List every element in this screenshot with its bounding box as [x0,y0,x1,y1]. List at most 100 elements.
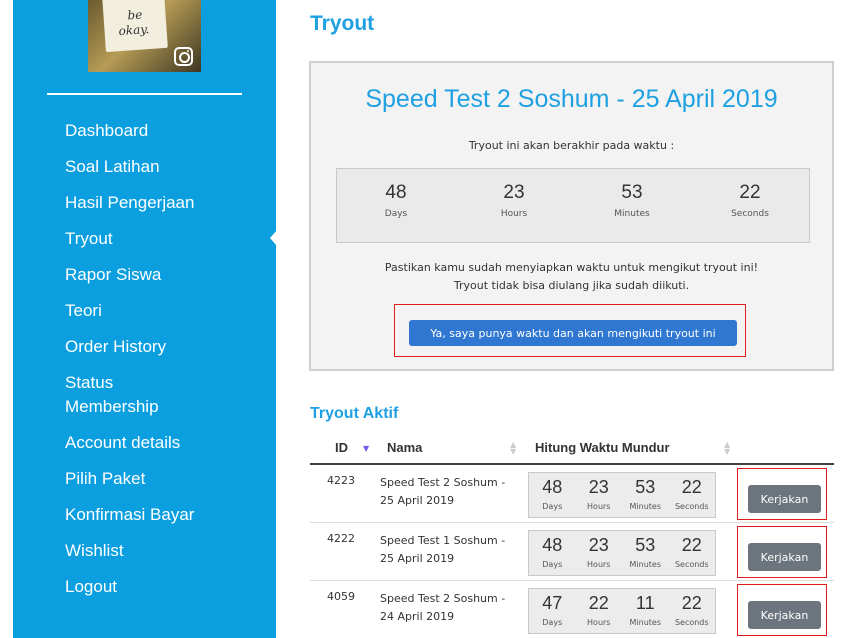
column-countdown[interactable]: Hitung Waktu Mundur [535,440,670,455]
countdown-seconds: 22 Seconds [691,169,809,242]
row-countdown-unit: Minutes [629,618,662,627]
row-name: Speed Test 2 Soshum - 25 April 2019 [380,476,506,507]
sidebar-item-account-details[interactable]: Account details [65,431,265,455]
sidebar-item-konfirmasi-bayar[interactable]: Konfirmasi Bayar [65,503,265,527]
sort-icon[interactable]: ▲ ▼ [724,441,730,456]
row-countdown-value: 48 [542,535,563,555]
sidebar-item-pilih-paket[interactable]: Pilih Paket [65,467,265,491]
row-countdown-unit: Hours [587,502,611,511]
tryout-panel: Speed Test 2 Soshum - 25 April 2019 Tryo… [309,61,834,371]
row-countdown-cell: 47 Days [529,589,576,633]
row-countdown-value: 23 [588,477,609,497]
row-id: 4222 [327,532,355,545]
countdown-minutes: 53 Minutes [573,169,691,242]
tryout-note: Pastikan kamu sudah menyiapkan waktu unt… [311,259,832,295]
tryout-note-line-1: Pastikan kamu sudah menyiapkan waktu unt… [384,261,759,274]
row-countdown-value: 22 [588,593,609,613]
avatar[interactable]: be okay. [88,0,201,72]
sidebar-item-soal-latihan[interactable]: Soal Latihan [65,155,265,179]
row-countdown-unit: Hours [587,618,611,627]
row-countdown-unit: Seconds [674,502,709,511]
row-countdown-cell: 53 Minutes [622,473,669,517]
table-body: 4223 Speed Test 2 Soshum - 25 April 2019 4… [310,465,834,638]
row-countdown-unit: Hours [587,560,611,569]
countdown-value: 22 [739,182,761,203]
countdown-unit: Hours [500,209,528,219]
sort-desc-icon[interactable]: ▼ [363,445,369,453]
active-tryout-table: ID ▼ Nama ▲ ▼ Hitung Waktu Mundur ▲ ▼ 4223… [310,432,834,638]
row-countdown-value: 53 [635,535,656,555]
row-countdown-value: 22 [681,535,702,555]
avatar-text-1: be [127,7,143,23]
row-countdown-unit: Minutes [629,560,662,569]
sort-icon[interactable]: ▲ ▼ [510,441,516,456]
sidebar-item-wishlist[interactable]: Wishlist [65,539,265,563]
table-row: 4223 Speed Test 2 Soshum - 25 April 2019 4… [310,465,834,523]
table-row: 4222 Speed Test 1 Soshum - 25 April 2019 4… [310,523,834,581]
countdown-hours: 23 Hours [455,169,573,242]
sidebar-divider [47,93,242,95]
row-countdown-unit: Seconds [674,618,709,627]
row-countdown-value: 47 [542,593,563,613]
kerjakan-button[interactable]: Kerjakan [748,543,821,571]
countdown-value: 53 [621,182,643,203]
row-countdown-cell: 48 Days [529,473,576,517]
row-countdown-cell: 22 Hours [576,589,623,633]
kerjakan-button[interactable]: Kerjakan [748,485,821,513]
sidebar-item-teori[interactable]: Teori [65,299,265,323]
kerjakan-button[interactable]: Kerjakan [748,601,821,629]
countdown-unit: Days [384,209,408,219]
action-highlight-frame: Kerjakan [737,526,827,578]
row-countdown-value: 23 [588,535,609,555]
row-countdown-unit: Days [542,560,563,569]
row-countdown-value: 53 [635,477,656,497]
tryout-title: Speed Test 2 Soshum - 25 April 2019 [365,85,778,113]
row-countdown-unit: Minutes [629,502,662,511]
row-name: Speed Test 2 Soshum - 24 April 2019 [380,592,506,623]
action-highlight-frame: Kerjakan [737,468,827,520]
countdown-unit: Seconds [731,209,769,219]
row-countdown-cell: 22 Seconds [669,473,716,517]
row-countdown-unit: Days [542,502,563,511]
row-countdown-cell: 53 Minutes [622,531,669,575]
sidebar-item-status-membership[interactable]: Status Membership [65,371,265,419]
tryout-note-line-2: Tryout tidak bisa diulang jika sudah dii… [453,279,690,292]
row-countdown-value: 48 [542,477,563,497]
countdown-value: 23 [503,182,525,203]
row-countdown-cell: 22 Seconds [669,531,716,575]
sidebar-nav: Dashboard Soal Latihan Hasil Pengerjaan Try… [65,119,265,611]
row-countdown-value: 22 [681,477,702,497]
countdown-value: 48 [385,182,407,203]
column-nama[interactable]: Nama [387,440,422,455]
sidebar-item-order-history[interactable]: Order History [65,335,265,359]
row-countdown-value: 11 [635,593,655,613]
row-countdown-cell: 23 Hours [576,473,623,517]
active-tryout-title: Tryout Aktif [310,405,399,422]
sidebar-item-dashboard[interactable]: Dashboard [65,119,265,143]
table-row: 4059 Speed Test 2 Soshum - 24 April 2019 4… [310,581,834,638]
row-countdown-unit: Seconds [674,560,709,569]
sidebar-item-logout[interactable]: Logout [65,575,265,599]
row-countdown-cell: 22 Seconds [669,589,716,633]
page-title: Tryout [310,12,375,35]
row-countdown: 47 Days 22 Hours 11 Minutes 22 Seconds [528,588,716,634]
row-countdown: 48 Days 23 Hours 53 Minutes 22 Seconds [528,472,716,518]
sidebar-item-tryout[interactable]: Tryout [65,227,265,251]
instagram-icon[interactable] [174,47,193,66]
countdown-timer: 48 Days 23 Hours 53 Minutes 22 Seconds [336,168,810,243]
row-countdown-cell: 11 Minutes [622,589,669,633]
sidebar-item-hasil-pengerjaan[interactable]: Hasil Pengerjaan [65,191,265,215]
row-countdown-cell: 48 Days [529,531,576,575]
column-id[interactable]: ID [335,440,348,455]
avatar-note: be okay. [102,0,168,53]
countdown-days: 48 Days [337,169,455,242]
active-nav-pointer [270,230,277,246]
sidebar-item-rapor-siswa[interactable]: Rapor Siswa [65,263,265,287]
row-countdown-unit: Days [542,618,563,627]
row-id: 4223 [327,474,355,487]
start-tryout-button[interactable]: Ya, saya punya waktu dan akan mengikuti … [409,320,737,346]
row-id: 4059 [327,590,355,603]
page: be okay. Dashboard Soal Latihan Hasil Peng… [0,0,849,638]
row-countdown-value: 22 [681,593,702,613]
sidebar: be okay. Dashboard Soal Latihan Hasil Peng… [13,0,277,638]
